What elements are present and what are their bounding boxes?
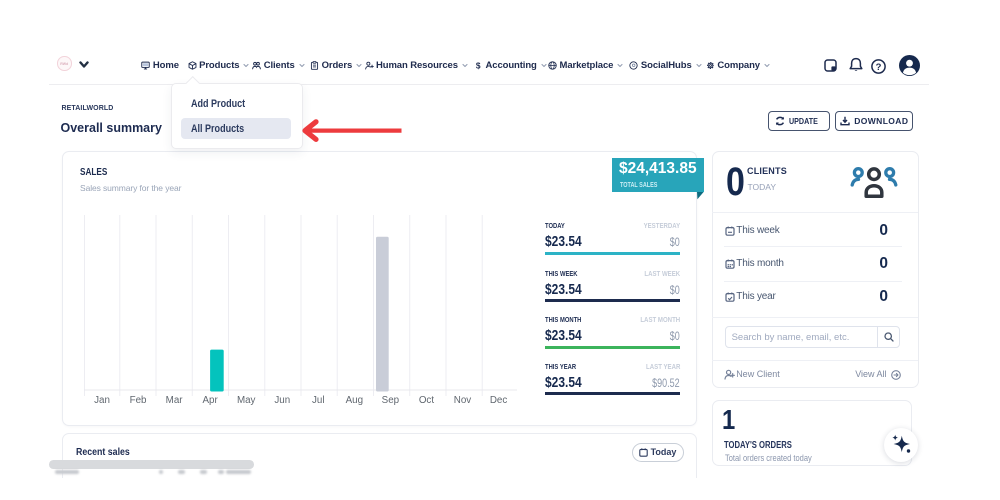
svg-text:May: May: [236, 395, 255, 406]
svg-text:Feb: Feb: [129, 395, 146, 406]
svg-text:Dec: Dec: [489, 395, 507, 406]
svg-text:Sep: Sep: [381, 395, 399, 406]
svg-text:Jun: Jun: [274, 395, 290, 406]
svg-text:Aug: Aug: [345, 395, 362, 406]
svg-text:Mar: Mar: [165, 395, 183, 406]
svg-text:Jul: Jul: [312, 395, 325, 406]
svg-text:$: $: [476, 61, 481, 70]
svg-text:?: ?: [876, 62, 882, 73]
svg-text:Jan: Jan: [94, 395, 110, 406]
svg-text:Nov: Nov: [453, 395, 471, 406]
svg-text:Apr: Apr: [202, 395, 218, 406]
svg-text:Oct: Oct: [418, 395, 434, 406]
